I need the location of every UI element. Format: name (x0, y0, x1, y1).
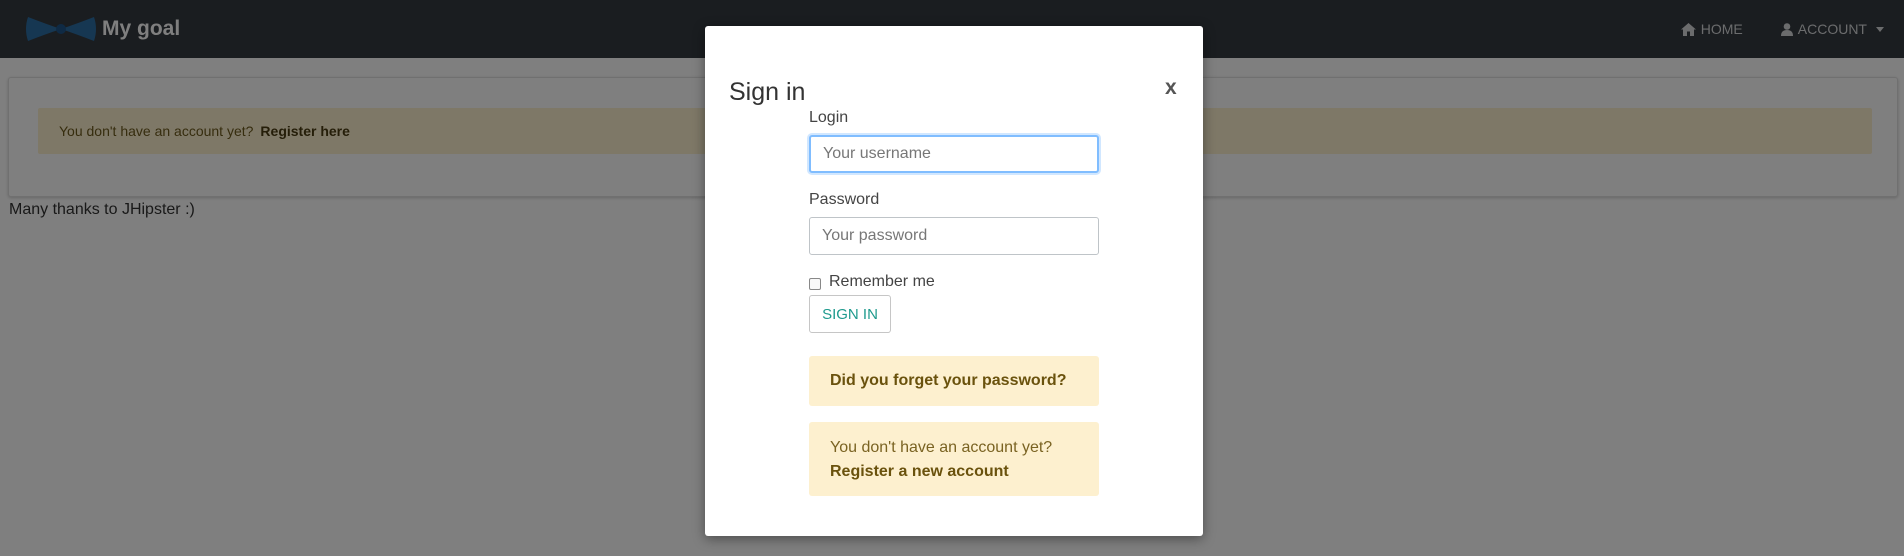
register-new-account-link[interactable]: Register a new account (830, 460, 1099, 484)
username-input[interactable] (809, 135, 1099, 173)
modal-title: Sign in (729, 78, 806, 106)
password-label: Password (809, 191, 880, 208)
remember-me-label[interactable]: Remember me (829, 273, 935, 291)
close-button[interactable]: x (1165, 76, 1177, 100)
remember-me-checkbox[interactable] (809, 278, 821, 290)
forgot-password-link[interactable]: Did you forget your password? (830, 372, 1066, 390)
remember-me: Remember me (809, 273, 935, 291)
signin-modal: Sign in x Login Password Remember me SIG… (705, 26, 1203, 536)
page: My goal HOME ACCOUNT You don't have an a… (0, 0, 1904, 556)
login-label: Login (809, 109, 849, 126)
signin-button[interactable]: SIGN IN (809, 295, 891, 333)
forgot-password-alert: Did you forget your password? (809, 356, 1099, 406)
register-alert: You don't have an account yet? Register … (809, 422, 1099, 496)
register-alert-text: You don't have an account yet? (830, 439, 1053, 456)
password-input[interactable] (809, 217, 1099, 255)
